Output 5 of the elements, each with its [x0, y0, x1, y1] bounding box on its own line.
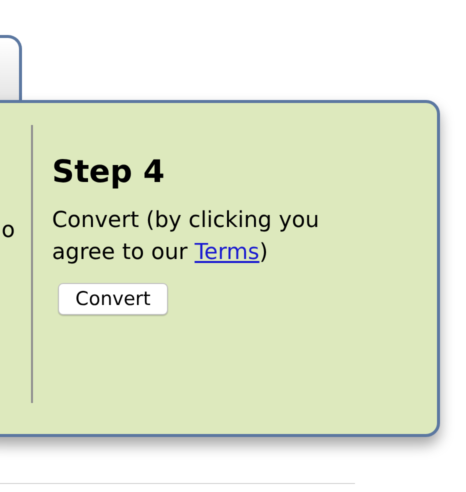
step-title: Step 4: [52, 153, 165, 191]
terms-link[interactable]: Terms: [194, 240, 260, 265]
cut-text: o: [2, 217, 15, 245]
step-description: Convert (by clicking you agree to our Terms): [52, 207, 320, 267]
convert-button[interactable]: Convert: [58, 283, 168, 315]
